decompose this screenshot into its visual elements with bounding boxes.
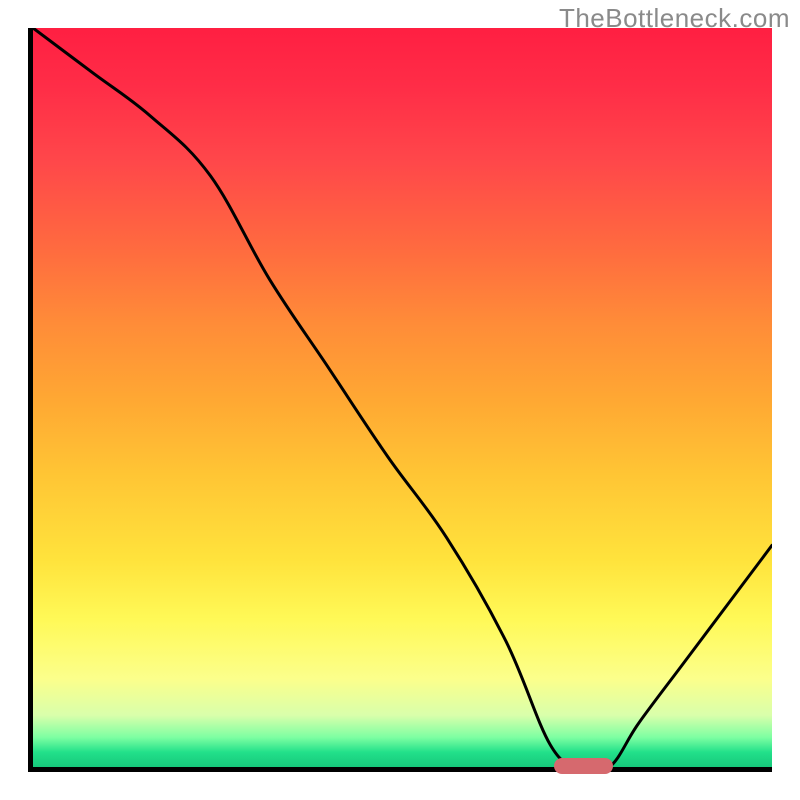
optimal-zone-marker [554, 758, 614, 774]
watermark-label: TheBottleneck.com [559, 3, 790, 34]
chart-stage: TheBottleneck.com [0, 0, 800, 800]
plot-area [28, 28, 772, 772]
bottleneck-curve [33, 28, 772, 767]
